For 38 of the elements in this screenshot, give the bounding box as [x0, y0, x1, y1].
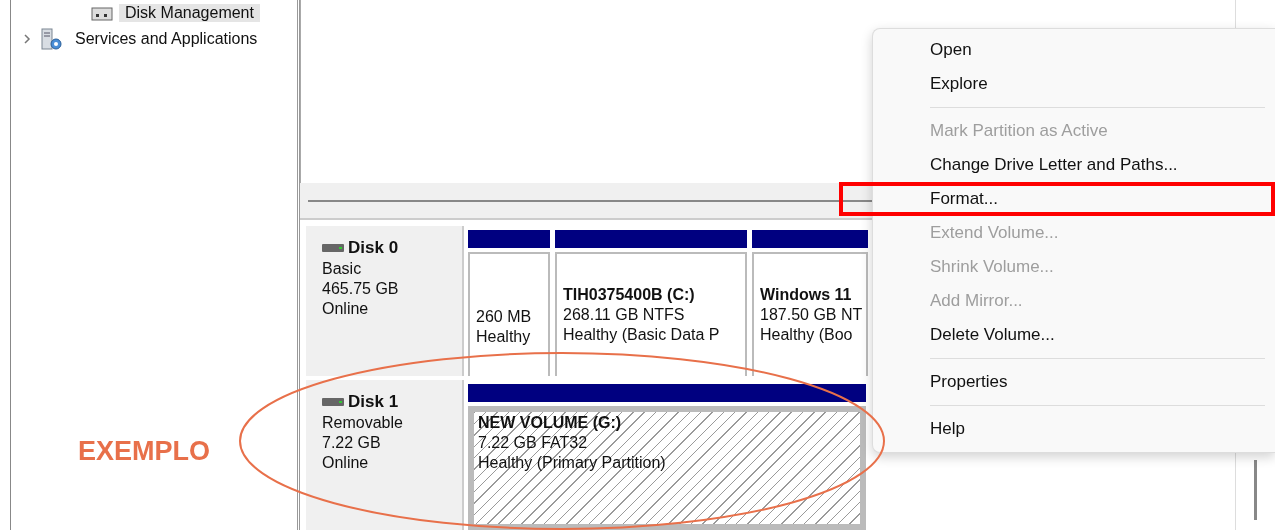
disk-name: Disk 1 [348, 392, 399, 412]
partition-block[interactable]: TIH0375400B (C:) 268.11 GB NTFS Healthy (Basic Data P [555, 252, 747, 376]
volume-size: 260 MB [476, 308, 533, 326]
volume-name: Windows 11 [760, 286, 853, 304]
drive-icon [322, 243, 344, 253]
server-gear-icon [39, 27, 63, 51]
disk-status: Online [322, 300, 370, 318]
volume-size: 187.50 GB NT [760, 306, 860, 324]
volume-status: Healthy (Boo [760, 326, 854, 344]
volume-name: TIH0375400B (C:) [563, 286, 696, 304]
volume-size: 268.11 GB NTFS [563, 306, 686, 324]
drive-icon [322, 397, 344, 407]
volume-size: 7.22 GB FAT32 [478, 434, 589, 452]
expand-chevron-icon[interactable] [21, 33, 33, 45]
partition-block[interactable]: NEW VOLUME (G:) 7.22 GB FAT32 Healthy (Primary Partition) [468, 406, 866, 530]
volume-status: Healthy (Primary Partition) [478, 454, 667, 472]
partition-block[interactable]: Windows 11 187.50 GB NT Healthy (Boo [752, 252, 868, 376]
disk-type: Basic [322, 260, 363, 278]
disk-size: 7.22 GB [322, 434, 382, 452]
menu-item[interactable]: Open [930, 40, 972, 60]
menu-item[interactable]: Help [930, 419, 965, 439]
menu-item[interactable]: Delete Volume... [930, 325, 1055, 345]
volume-name: NEW VOLUME (G:) [478, 414, 623, 432]
menu-item[interactable]: Format... [930, 189, 998, 209]
menu-item[interactable]: Change Drive Letter and Paths... [930, 155, 1178, 175]
disk-name: Disk 0 [348, 238, 399, 258]
disk-size: 465.75 GB [322, 280, 400, 298]
tree-item[interactable]: Disk Management [119, 4, 260, 22]
menu-item[interactable]: Explore [930, 74, 988, 94]
disk-status: Online [322, 454, 370, 472]
volume-status: Healthy [476, 328, 532, 346]
disk-type: Removable [322, 414, 404, 432]
partition-block[interactable]: 260 MB Healthy [468, 252, 550, 376]
menu-item[interactable]: Properties [930, 372, 1008, 392]
tree-item[interactable]: Services and Applications [69, 30, 264, 48]
scrollbar-thumb[interactable] [1254, 460, 1257, 520]
volume-status: Healthy (Basic Data P [563, 326, 721, 344]
annotation-label: EXEMPLO [78, 436, 211, 467]
